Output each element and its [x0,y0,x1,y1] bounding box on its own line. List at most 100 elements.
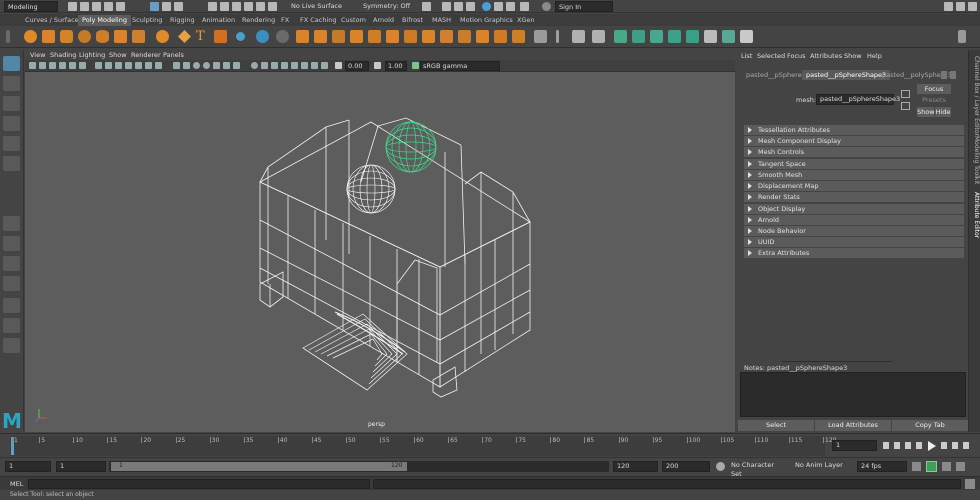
paint-select-tool-icon[interactable] [3,96,20,111]
section-extra-attributes[interactable]: Extra Attributes [744,248,964,258]
hypershade-icon[interactable] [482,2,491,11]
character-set-dropdown[interactable]: No Character Set [728,461,786,478]
super-shape-icon[interactable] [178,30,191,43]
go-to-end-icon[interactable] [963,442,969,449]
shelf-tab-fx[interactable]: FX [277,15,293,26]
play-forwards-icon[interactable] [928,441,936,451]
snap-curve-icon[interactable] [220,2,229,11]
viewport-menu-panels[interactable]: Panels [163,50,184,60]
uv-editor-icon[interactable] [686,30,699,43]
smooth-shade-icon[interactable] [183,62,190,69]
shelf-tab-xgen[interactable]: XGen [513,15,539,26]
current-frame-field[interactable]: 1 [832,440,877,451]
sidebar-toggle-icon[interactable] [956,2,965,11]
unfold-icon[interactable] [722,30,735,43]
single-view-layout-icon[interactable] [3,216,20,231]
snap-point-icon[interactable] [232,2,241,11]
default-material-icon[interactable] [193,62,200,69]
live-surface-field[interactable]: No Live Surface [288,1,346,12]
section-mesh-component-display[interactable]: Mesh Component Display [744,136,964,146]
persp-graph-layout-icon[interactable] [3,276,20,291]
bevel-icon[interactable] [440,30,453,43]
shelf-tab-fx-caching[interactable]: FX Caching [296,15,341,26]
isolate-select-icon[interactable] [291,62,298,69]
viewport-menu-shading[interactable]: Shading [50,50,76,60]
shelf-tab-rendering[interactable]: Rendering [238,15,279,26]
save-scene-icon[interactable] [92,2,101,11]
poly-disc-icon[interactable] [132,30,145,43]
undo-icon[interactable] [104,2,113,11]
ae-tab-shape[interactable]: pasted__pSphereShape3 [802,70,891,80]
fps-dropdown[interactable]: 24 fps [857,461,907,472]
arnold-render-icon[interactable] [506,2,515,11]
platonic-solid-icon[interactable] [156,30,169,43]
insert-edge-loop-icon[interactable] [572,30,585,43]
select-object-icon[interactable] [162,2,171,11]
bridge-icon[interactable] [314,30,327,43]
section-uuid[interactable]: UUID [744,237,964,247]
outliner-layout-icon[interactable] [3,298,20,313]
step-back-frame-icon[interactable] [905,442,911,449]
smooth-icon[interactable] [350,30,363,43]
depth-of-field-icon[interactable] [281,62,288,69]
append-polygon-icon[interactable] [458,30,471,43]
poly-plane-icon[interactable] [114,30,127,43]
lasso-tool-icon[interactable] [3,76,20,91]
animation-end-field[interactable]: 200 [662,461,710,472]
section-mesh-controls[interactable]: Mesh Controls [744,147,964,157]
poly-cone-icon[interactable] [78,30,91,43]
target-weld-icon[interactable] [592,30,605,43]
grid-icon[interactable] [95,62,102,69]
script-editor-icon[interactable] [965,479,975,489]
exposure-field[interactable]: 0.00 [345,61,369,71]
xray-active-icon[interactable] [311,62,318,69]
motion-blur-icon[interactable] [261,62,268,69]
shelf-tab-curves-surfaces[interactable]: Curves / Surfaces [21,15,86,26]
section-arnold[interactable]: Arnold [744,215,964,225]
color-space-dropdown[interactable]: sRGB gamma [420,61,500,71]
side-tab-channel-box[interactable]: Channel Box / Layer Editor [970,56,980,136]
workspace-icon[interactable] [944,2,953,11]
user-icon[interactable] [542,2,551,11]
grease-pencil-icon[interactable] [79,62,86,69]
automatic-uv-icon[interactable] [668,30,681,43]
snap-live-icon[interactable] [256,2,265,11]
wireframe-on-shaded-icon[interactable] [203,62,210,69]
section-smooth-mesh[interactable]: Smooth Mesh [744,170,964,180]
section-displacement-map[interactable]: Displacement Map [744,181,964,191]
step-back-key-icon[interactable] [894,442,900,449]
viewport-menu-renderer[interactable]: Renderer [131,50,161,60]
rotate-tool-icon[interactable] [3,136,20,151]
viewport-persp[interactable]: persp [25,72,735,432]
use-all-lights-icon[interactable] [223,62,230,69]
poke-icon[interactable] [476,30,489,43]
playback-start-field[interactable]: 1 [56,461,106,472]
gamma-field[interactable]: 1.00 [385,61,407,71]
open-scene-icon[interactable] [80,2,89,11]
gamma-icon[interactable] [374,62,381,69]
gate-mask-icon[interactable] [125,62,132,69]
section-render-stats[interactable]: Render Stats [744,192,964,202]
shelf-tab-animation[interactable]: Animation [198,15,239,26]
bookmarks-icon[interactable] [49,62,56,69]
time-slider[interactable]: 1 5 10 15 20 25 30 35 40 45 50 55 60 65 70 75 80 85 90 95 10… [0,433,980,457]
snap-grid-icon[interactable] [208,2,217,11]
scale-tool-icon[interactable] [3,156,20,171]
render-view-icon[interactable] [494,2,503,11]
select-similar-icon[interactable] [236,32,245,41]
safe-action-icon[interactable] [145,62,152,69]
ae-menu-selected[interactable]: Selected [757,52,785,60]
loop-icon[interactable] [912,462,921,471]
animation-prefs-icon[interactable] [942,462,951,471]
shelf-tab-poly-modeling[interactable]: Poly Modeling [78,15,131,26]
step-forward-key-icon[interactable] [952,442,958,449]
ipr-render-icon[interactable] [454,2,463,11]
type-tool-icon[interactable]: T [196,30,209,43]
go-to-start-icon[interactable] [883,442,889,449]
color-management-icon[interactable] [412,62,419,69]
select-tool-icon[interactable] [3,56,20,71]
animation-start-field[interactable]: 1 [5,461,51,472]
range-slider-handle[interactable] [111,462,407,471]
shelf-tab-motion-graphics[interactable]: Motion Graphics [456,15,517,26]
hide-button[interactable]: Hide [935,107,951,117]
